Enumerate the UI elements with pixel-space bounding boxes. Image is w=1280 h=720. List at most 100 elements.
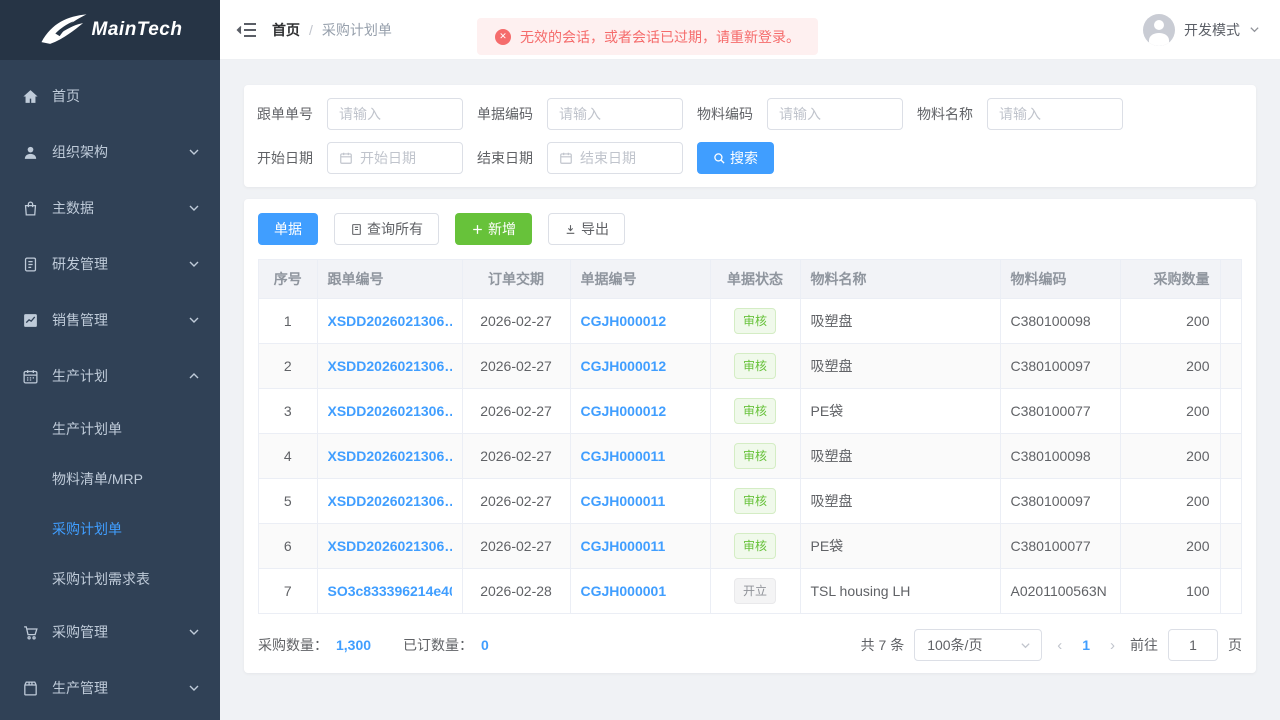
cell-extra xyxy=(1220,389,1242,434)
sidebar-fold-icon[interactable] xyxy=(236,19,258,41)
doc-no-link[interactable]: CGJH000012 xyxy=(581,403,700,419)
end-date-input[interactable]: 结束日期 xyxy=(547,142,683,174)
field-order-no: 跟单单号 请输入 xyxy=(257,98,463,130)
doc-no-input[interactable]: 请输入 xyxy=(547,98,683,130)
field-material-name: 物料名称 请输入 xyxy=(917,98,1123,130)
input-placeholder: 请输入 xyxy=(999,104,1041,124)
col-material-name: 物料名称 xyxy=(800,260,1000,299)
chevron-down-icon xyxy=(188,626,200,638)
material-name-input[interactable]: 请输入 xyxy=(987,98,1123,130)
col-status: 单据状态 xyxy=(710,260,800,299)
cell-material-name: TSL housing LH xyxy=(800,569,1000,614)
search-icon xyxy=(713,152,726,165)
cell-delivery-date: 2026-02-28 xyxy=(462,569,570,614)
add-button-label: 新增 xyxy=(488,219,516,239)
table-row: 2 XSDD2026021306… 2026-02-27 CGJH000012 … xyxy=(259,344,1242,389)
prev-page-button[interactable]: ‹ xyxy=(1052,637,1067,654)
doc-no-link[interactable]: CGJH000011 xyxy=(581,538,700,554)
order-no-link[interactable]: XSDD2026021306… xyxy=(328,493,452,509)
add-button[interactable]: 新增 xyxy=(455,213,532,245)
goto-page-input[interactable] xyxy=(1168,629,1218,661)
chevron-down-icon xyxy=(188,258,200,270)
doc-button[interactable]: 单据 xyxy=(258,213,318,245)
export-button[interactable]: 导出 xyxy=(548,213,625,245)
table-row: 7 SO3c833396214e40 2026-02-28 CGJH000001… xyxy=(259,569,1242,614)
material-name-label: 物料名称 xyxy=(917,104,973,124)
cell-order-no: XSDD2026021306… xyxy=(317,479,462,524)
breadcrumb-current: 采购计划单 xyxy=(322,20,392,40)
shopping-bag-icon xyxy=(22,199,40,217)
page-content: 跟单单号 请输入 单据编码 请输入 物料编码 请输入 物料名称 请输入 xyxy=(220,60,1280,673)
page-size-select[interactable]: 100条/页 xyxy=(914,629,1042,661)
order-no-input[interactable]: 请输入 xyxy=(327,98,463,130)
query-all-button[interactable]: 查询所有 xyxy=(334,213,439,245)
sidebar-item-rnd[interactable]: 研发管理 xyxy=(0,236,220,292)
user-menu[interactable]: 开发模式 xyxy=(1143,14,1260,46)
sidebar-item-sales[interactable]: 销售管理 xyxy=(0,292,220,348)
col-qty: 采购数量 xyxy=(1120,260,1220,299)
chevron-down-icon xyxy=(188,202,200,214)
chevron-down-icon xyxy=(1020,640,1031,651)
cell-seq: 5 xyxy=(259,479,317,524)
order-no-link[interactable]: XSDD2026021306… xyxy=(328,403,452,419)
status-badge: 审核 xyxy=(734,308,776,334)
field-end-date: 结束日期 结束日期 xyxy=(477,142,683,174)
chevron-down-icon xyxy=(188,682,200,694)
cell-seq: 6 xyxy=(259,524,317,569)
production-plan-submenu: 生产计划单 物料清单/MRP 采购计划单 采购计划需求表 xyxy=(0,404,220,604)
pagination: 共 7 条 100条/页 ‹ 1 › 前往 页 xyxy=(861,629,1242,661)
order-no-link[interactable]: XSDD2026021306… xyxy=(328,358,452,374)
doc-no-link[interactable]: CGJH000011 xyxy=(581,493,700,509)
cell-material-code: C380100077 xyxy=(1000,524,1120,569)
sidebar-item-label: 生产管理 xyxy=(52,678,188,698)
next-page-button[interactable]: › xyxy=(1105,637,1120,654)
cell-doc-no: CGJH000012 xyxy=(570,344,710,389)
order-no-link[interactable]: SO3c833396214e40 xyxy=(328,583,452,599)
doc-no-link[interactable]: CGJH000012 xyxy=(581,358,700,374)
breadcrumb-home[interactable]: 首页 xyxy=(272,20,300,40)
package-icon xyxy=(22,679,40,697)
session-error-alert: ✕ 无效的会话，或者会话已过期，请重新登录。 xyxy=(477,18,818,55)
sidebar-subitem-production-plan-order[interactable]: 生产计划单 xyxy=(0,404,220,454)
cell-order-no: XSDD2026021306… xyxy=(317,389,462,434)
sidebar-item-master-data[interactable]: 主数据 xyxy=(0,180,220,236)
sidebar: MainTech 首页 组织架构 主数据 研发管理 xyxy=(0,0,220,720)
order-no-link[interactable]: XSDD2026021306… xyxy=(328,313,452,329)
cell-extra xyxy=(1220,434,1242,479)
table-row: 3 XSDD2026021306… 2026-02-27 CGJH000012 … xyxy=(259,389,1242,434)
order-no-link[interactable]: XSDD2026021306… xyxy=(328,538,452,554)
order-no-link[interactable]: XSDD2026021306… xyxy=(328,448,452,464)
sidebar-item-purchasing[interactable]: 采购管理 xyxy=(0,604,220,660)
doc-no-link[interactable]: CGJH000012 xyxy=(581,313,700,329)
search-button[interactable]: 搜索 xyxy=(697,142,774,174)
table-header-row: 序号 跟单编号 订单交期 单据编号 单据状态 物料名称 物料编码 采购数量 xyxy=(259,260,1242,299)
doc-no-link[interactable]: CGJH000011 xyxy=(581,448,700,464)
sidebar-item-production-mgmt[interactable]: 生产管理 xyxy=(0,660,220,716)
doc-no-link[interactable]: CGJH000001 xyxy=(581,583,700,599)
chevron-down-icon xyxy=(188,146,200,158)
current-page[interactable]: 1 xyxy=(1077,637,1095,653)
cell-status: 审核 xyxy=(710,524,800,569)
sidebar-item-organization[interactable]: 组织架构 xyxy=(0,124,220,180)
sidebar-item-label: 首页 xyxy=(52,86,200,106)
cell-doc-no: CGJH000001 xyxy=(570,569,710,614)
avatar xyxy=(1143,14,1175,46)
material-code-input[interactable]: 请输入 xyxy=(767,98,903,130)
status-badge: 审核 xyxy=(734,533,776,559)
sidebar-subitem-purchase-plan-demand[interactable]: 采购计划需求表 xyxy=(0,554,220,604)
sidebar-item-home[interactable]: 首页 xyxy=(0,68,220,124)
cell-material-name: 吸塑盘 xyxy=(800,434,1000,479)
sidebar-item-production-plan[interactable]: 生产计划 xyxy=(0,348,220,404)
doc-no-label: 单据编码 xyxy=(477,104,533,124)
field-start-date: 开始日期 开始日期 xyxy=(257,142,463,174)
page-size-value: 100条/页 xyxy=(927,635,1020,655)
cell-order-no: XSDD2026021306… xyxy=(317,344,462,389)
sidebar-subitem-bom-mrp[interactable]: 物料清单/MRP xyxy=(0,454,220,504)
sidebar-subitem-purchase-plan-order[interactable]: 采购计划单 xyxy=(0,504,220,554)
cell-seq: 2 xyxy=(259,344,317,389)
start-date-input[interactable]: 开始日期 xyxy=(327,142,463,174)
table-row: 5 XSDD2026021306… 2026-02-27 CGJH000011 … xyxy=(259,479,1242,524)
doc-button-label: 单据 xyxy=(274,219,302,239)
search-button-label: 搜索 xyxy=(730,148,758,168)
sidebar-item-label: 主数据 xyxy=(52,198,188,218)
